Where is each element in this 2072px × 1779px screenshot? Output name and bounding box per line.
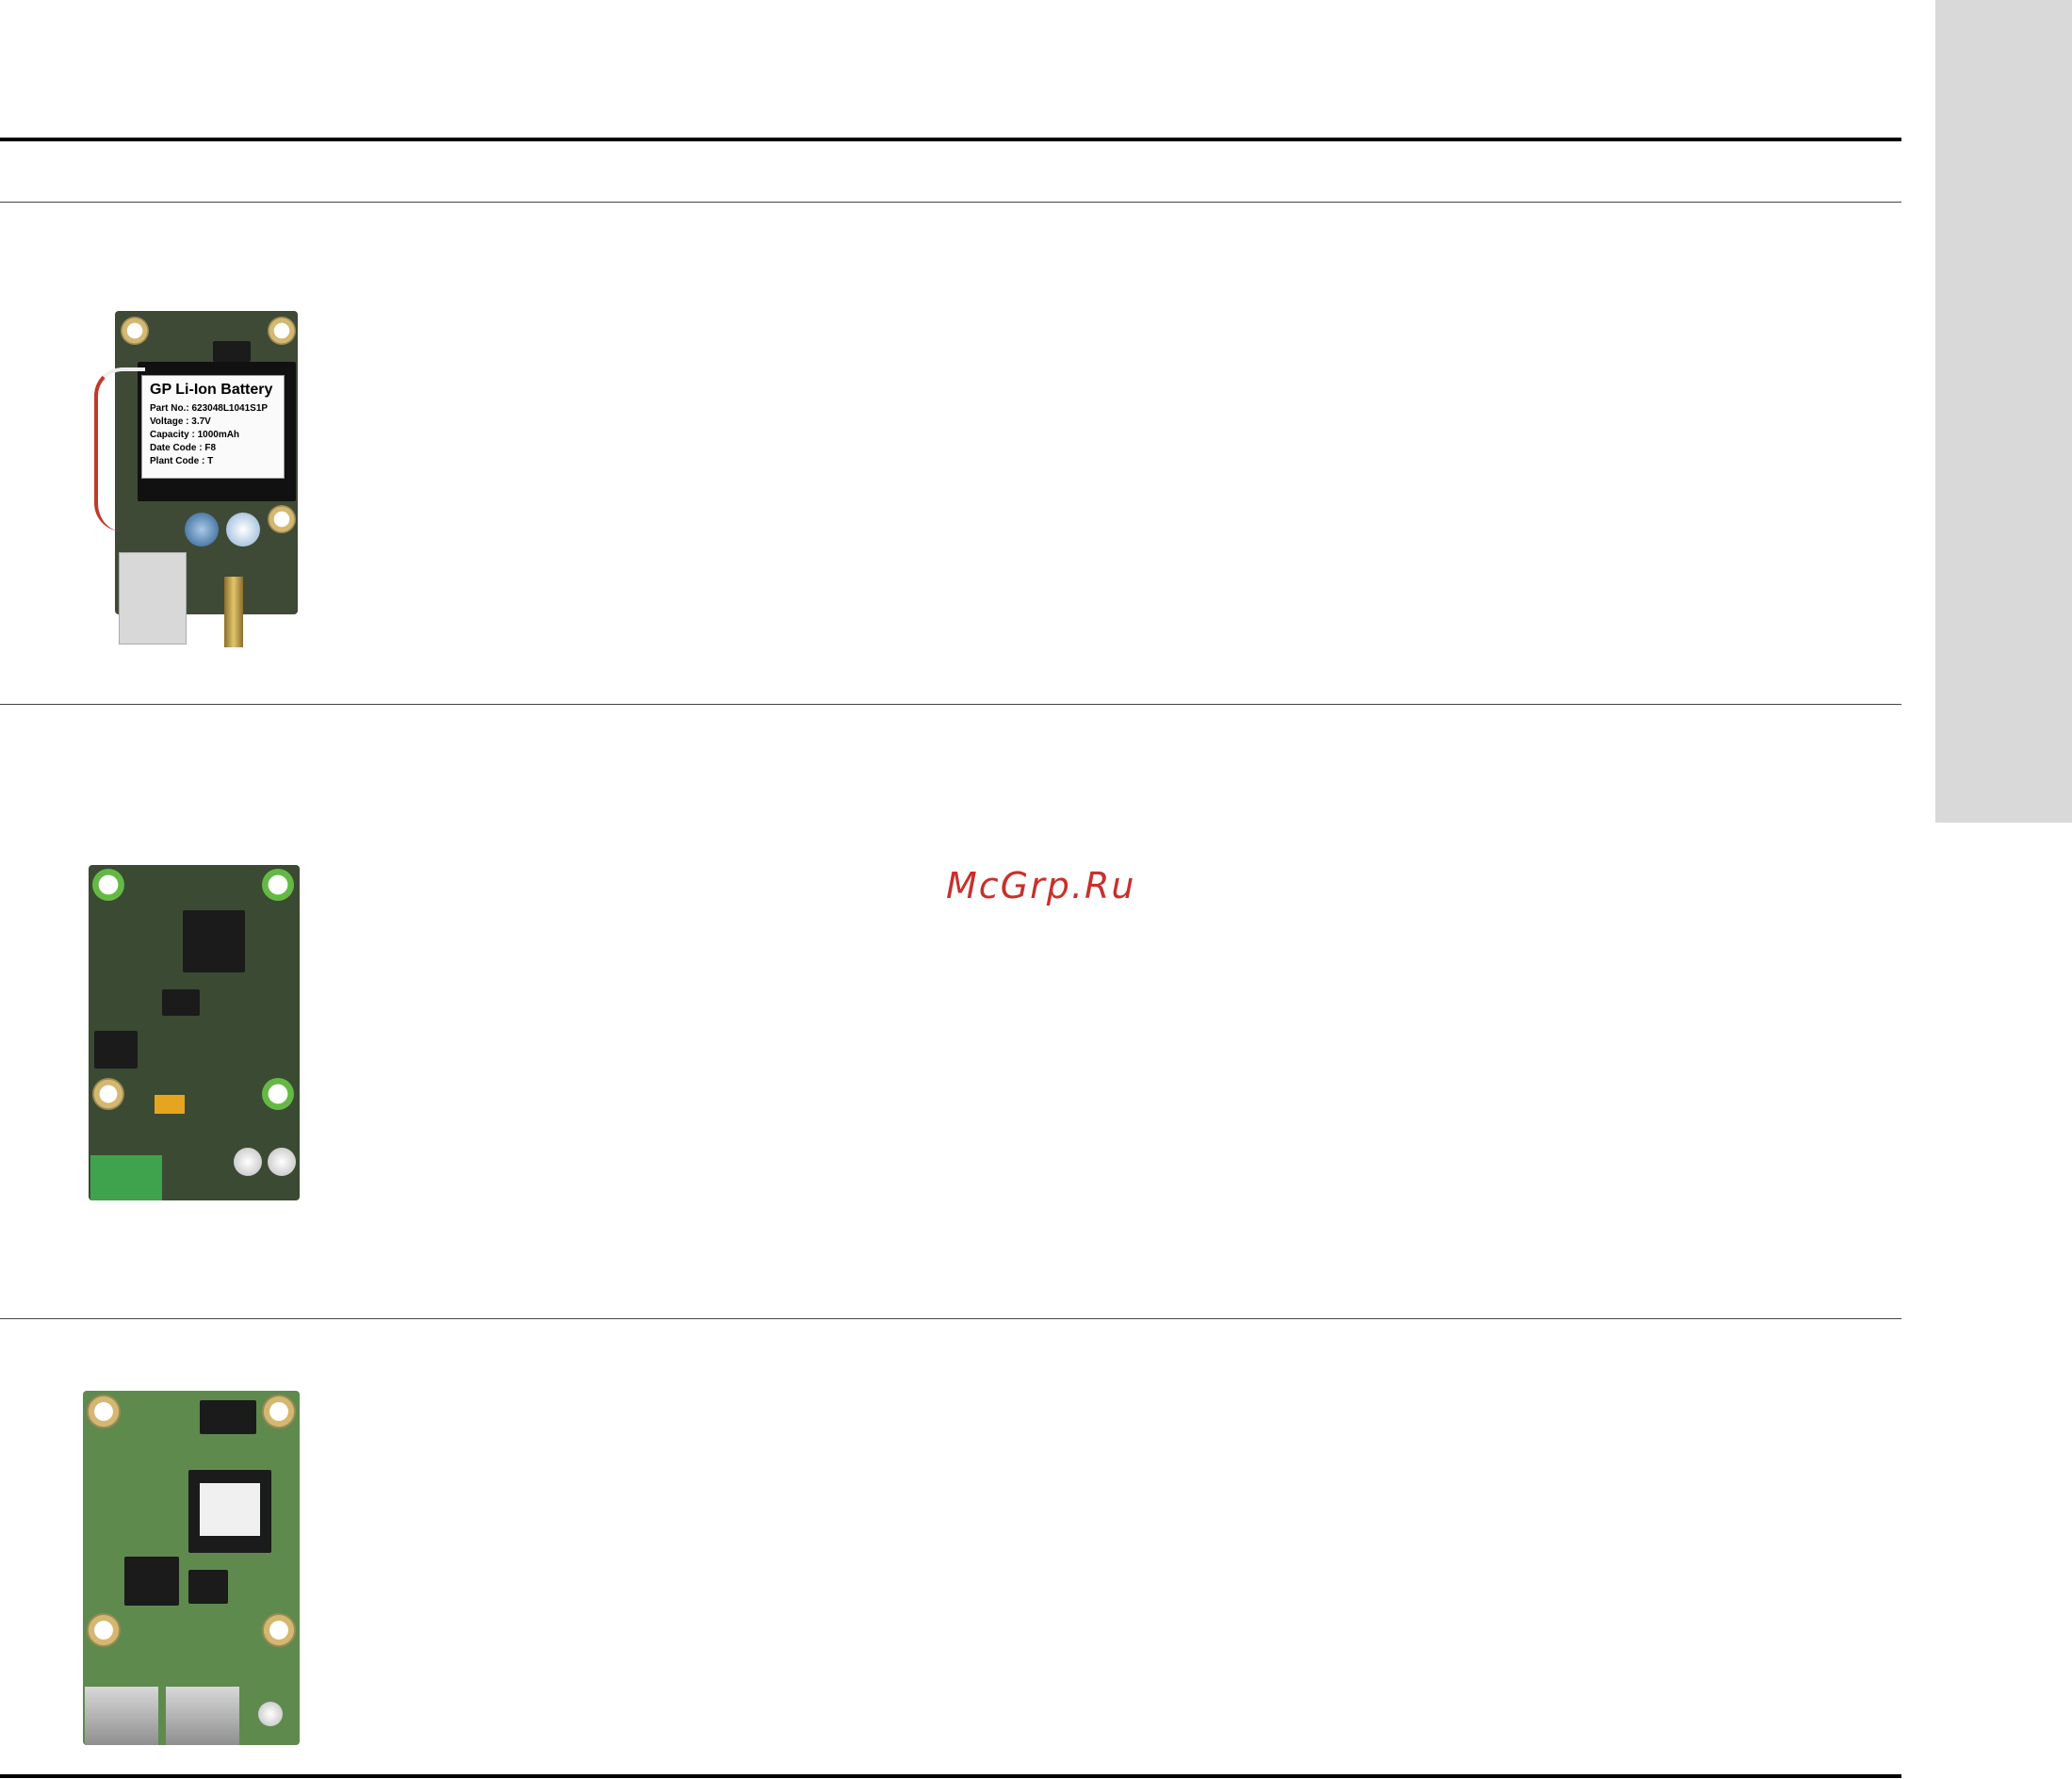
- section-rule-1: [0, 704, 1901, 705]
- battery-label-part: Part No.: 623048L1041S1P: [150, 403, 269, 414]
- ethernet-port-icon: [166, 1687, 239, 1745]
- side-tab-strip: [1935, 0, 2072, 823]
- mount-hole-icon: [92, 1078, 124, 1110]
- mount-hole-icon: [92, 869, 124, 901]
- module-sticker: [200, 1483, 260, 1536]
- mount-hole-icon: [87, 1613, 121, 1647]
- module-photo-3: [83, 1391, 302, 1749]
- header-rule: [0, 202, 1901, 203]
- watermark: McGrp.Ru: [946, 865, 1136, 906]
- mount-hole-icon: [262, 1395, 296, 1428]
- ic-chip: [94, 1031, 138, 1069]
- ic-chip: [183, 910, 245, 972]
- mount-hole-icon: [87, 1395, 121, 1428]
- section-rule-2: [0, 1318, 1901, 1319]
- module-photo-1: GP Li-Ion Battery Part No.: 623048L1041S…: [89, 311, 303, 647]
- antenna-connector-icon: [224, 577, 243, 647]
- rotary-switch-icon: [258, 1702, 283, 1726]
- sim-holder: [119, 552, 187, 645]
- wire-bundle: [94, 367, 145, 531]
- module-photo-2: [89, 865, 302, 1204]
- mount-hole-icon: [262, 1078, 294, 1110]
- top-rule: [0, 138, 1901, 141]
- terminal-block: [90, 1155, 162, 1200]
- mount-hole-icon: [268, 317, 296, 345]
- battery-label: GP Li-Ion Battery Part No.: 623048L1041S…: [141, 375, 285, 479]
- battery-label-capacity: Capacity : 1000mAh: [150, 430, 240, 440]
- battery-label-date: Date Code : F8: [150, 443, 217, 453]
- ic-chip: [200, 1400, 256, 1434]
- battery-label-voltage: Voltage : 3.7V: [150, 416, 211, 427]
- ic-chip: [188, 1570, 228, 1604]
- capacitor-icon: [185, 513, 219, 547]
- mount-hole-icon: [262, 869, 294, 901]
- battery-label-title: GP Li-Ion Battery: [150, 382, 273, 398]
- bottom-rule: [0, 1774, 1901, 1778]
- capacitor-icon: [226, 513, 260, 547]
- mount-hole-icon: [268, 505, 296, 533]
- ic-chip: [124, 1557, 179, 1606]
- mount-hole-icon: [121, 317, 149, 345]
- rotary-switch-icon: [234, 1148, 262, 1176]
- battery-label-plant: Plant Code : T: [150, 456, 214, 466]
- ethernet-port-icon: [85, 1687, 158, 1745]
- mount-hole-icon: [262, 1613, 296, 1647]
- rotary-switch-icon: [268, 1148, 296, 1176]
- tantalum-capacitor: [155, 1095, 185, 1114]
- ic-chip: [213, 341, 251, 362]
- ic-chip: [162, 989, 200, 1016]
